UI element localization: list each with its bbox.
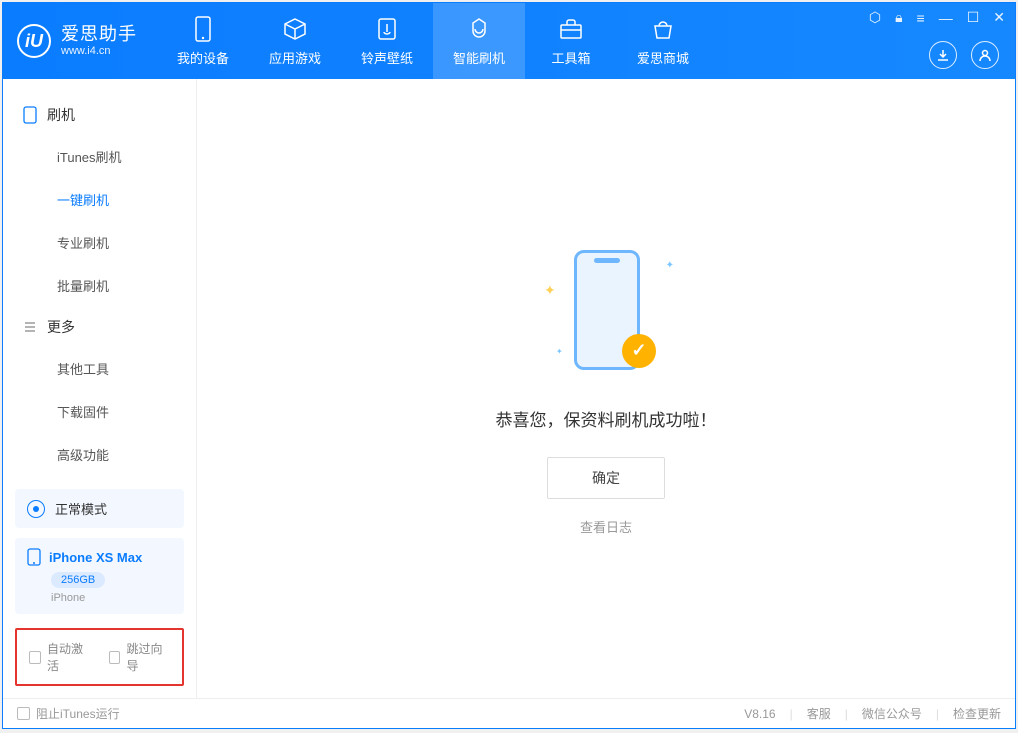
checkbox-label: 跳过向导 (126, 640, 170, 674)
device-phone-icon (27, 548, 41, 566)
ok-button[interactable]: 确定 (547, 457, 665, 499)
device-icon (190, 16, 216, 42)
checkbox-label: 阻止iTunes运行 (36, 705, 120, 722)
sidebar-bottom: 正常模式 iPhone XS Max 256GB iPhone 自动激活 (3, 489, 196, 698)
success-illustration: ✦ ✦ ✦ ✓ (536, 242, 676, 382)
sidebar-item-batch-flash[interactable]: 批量刷机 (3, 264, 196, 307)
checkbox-icon (17, 707, 30, 720)
app-window: iU 爱思助手 www.i4.cn 我的设备 应用游戏 (2, 2, 1016, 729)
nav-label: 工具箱 (551, 48, 590, 67)
device-type: iPhone (51, 592, 172, 604)
sidebar-item-other-tools[interactable]: 其他工具 (3, 347, 196, 390)
nav-tab-store[interactable]: 爱思商城 (617, 3, 709, 79)
footer-right: V8.16 | 客服 | 微信公众号 | 检查更新 (744, 705, 1001, 722)
success-message: 恭喜您，保资料刷机成功啦！ (496, 406, 717, 431)
section-title: 刷机 (47, 105, 75, 125)
mode-label: 正常模式 (55, 499, 107, 518)
nav-label: 爱思商城 (637, 48, 689, 67)
app-subtitle: www.i4.cn (61, 45, 137, 57)
list-icon (23, 320, 37, 334)
view-log-link[interactable]: 查看日志 (580, 517, 632, 536)
app-title: 爱思助手 (61, 25, 137, 45)
sidebar-item-oneclick-flash[interactable]: 一键刷机 (3, 178, 196, 221)
nav-tab-ringtones[interactable]: 铃声壁纸 (341, 3, 433, 79)
sidebar-item-itunes-flash[interactable]: iTunes刷机 (3, 135, 196, 178)
nav-tab-flash[interactable]: 智能刷机 (433, 3, 525, 79)
nav-label: 应用游戏 (269, 48, 321, 67)
main-content: ✦ ✦ ✦ ✓ 恭喜您，保资料刷机成功啦！ 确定 查看日志 (197, 79, 1015, 698)
mode-icon (27, 500, 45, 518)
separator: | (845, 707, 848, 721)
sidebar-item-download-firmware[interactable]: 下载固件 (3, 390, 196, 433)
header-actions (929, 41, 999, 69)
nav-tab-my-device[interactable]: 我的设备 (157, 3, 249, 79)
checkbox-auto-activate[interactable]: 自动激活 (29, 640, 91, 674)
nav-label: 我的设备 (177, 48, 229, 67)
store-icon (650, 16, 676, 42)
phone-icon (23, 106, 37, 124)
success-check-icon: ✓ (622, 334, 656, 368)
sparkle-icon: ✦ (544, 282, 556, 299)
toolbox-icon (558, 16, 584, 42)
footer-link-update[interactable]: 检查更新 (953, 705, 1001, 722)
nav-tabs: 我的设备 应用游戏 铃声壁纸 智能刷机 (157, 3, 709, 79)
separator: | (936, 707, 939, 721)
device-name: iPhone XS Max (49, 550, 142, 565)
version-label: V8.16 (744, 707, 775, 721)
sidebar-section-flash: 刷机 (3, 95, 196, 135)
footer-link-wechat[interactable]: 微信公众号 (862, 705, 922, 722)
minimize-icon[interactable]: — (939, 10, 953, 26)
user-icon[interactable] (971, 41, 999, 69)
highlighted-checkbox-row: 自动激活 跳过向导 (15, 628, 184, 686)
logo-area[interactable]: iU 爱思助手 www.i4.cn (3, 3, 157, 79)
header: iU 爱思助手 www.i4.cn 我的设备 应用游戏 (3, 3, 1015, 79)
checkbox-block-itunes[interactable]: 阻止iTunes运行 (17, 705, 120, 722)
footer-link-support[interactable]: 客服 (807, 705, 831, 722)
sidebar-section-more: 更多 (3, 307, 196, 347)
device-capacity: 256GB (51, 572, 105, 588)
sidebar-item-advanced[interactable]: 高级功能 (3, 433, 196, 476)
sidebar: 刷机 iTunes刷机 一键刷机 专业刷机 批量刷机 更多 其他工具 下载固件 … (3, 79, 197, 698)
mode-card[interactable]: 正常模式 (15, 489, 184, 528)
download-icon[interactable] (929, 41, 957, 69)
nav-tab-toolbox[interactable]: 工具箱 (525, 3, 617, 79)
maximize-icon[interactable]: ☐ (967, 9, 980, 26)
checkbox-icon (29, 651, 41, 664)
checkbox-label: 自动激活 (47, 640, 91, 674)
lock-icon[interactable]: 🔒︎ (895, 9, 902, 26)
nav-tab-apps[interactable]: 应用游戏 (249, 3, 341, 79)
separator: | (790, 707, 793, 721)
device-card[interactable]: iPhone XS Max 256GB iPhone (15, 538, 184, 614)
logo-icon: iU (17, 24, 51, 58)
footer: 阻止iTunes运行 V8.16 | 客服 | 微信公众号 | 检查更新 (3, 698, 1015, 728)
shirt-icon[interactable]: ⬡ (869, 9, 881, 26)
nav-label: 智能刷机 (453, 48, 505, 67)
ringtone-icon (374, 16, 400, 42)
titlebar-controls: ⬡ 🔒︎ ≡ — ☐ ✕ (869, 9, 1005, 26)
sparkle-icon: ✦ (556, 347, 563, 356)
section-title: 更多 (47, 317, 75, 337)
body: 刷机 iTunes刷机 一键刷机 专业刷机 批量刷机 更多 其他工具 下载固件 … (3, 79, 1015, 698)
nav-label: 铃声壁纸 (361, 48, 413, 67)
checkbox-skip-guide[interactable]: 跳过向导 (109, 640, 171, 674)
menu-icon[interactable]: ≡ (917, 10, 925, 26)
sidebar-item-pro-flash[interactable]: 专业刷机 (3, 221, 196, 264)
sparkle-icon: ✦ (666, 260, 674, 271)
close-icon[interactable]: ✕ (993, 9, 1005, 26)
logo-text: 爱思助手 www.i4.cn (61, 25, 137, 57)
cube-icon (282, 16, 308, 42)
flash-icon (466, 16, 492, 42)
checkbox-icon (109, 651, 121, 664)
